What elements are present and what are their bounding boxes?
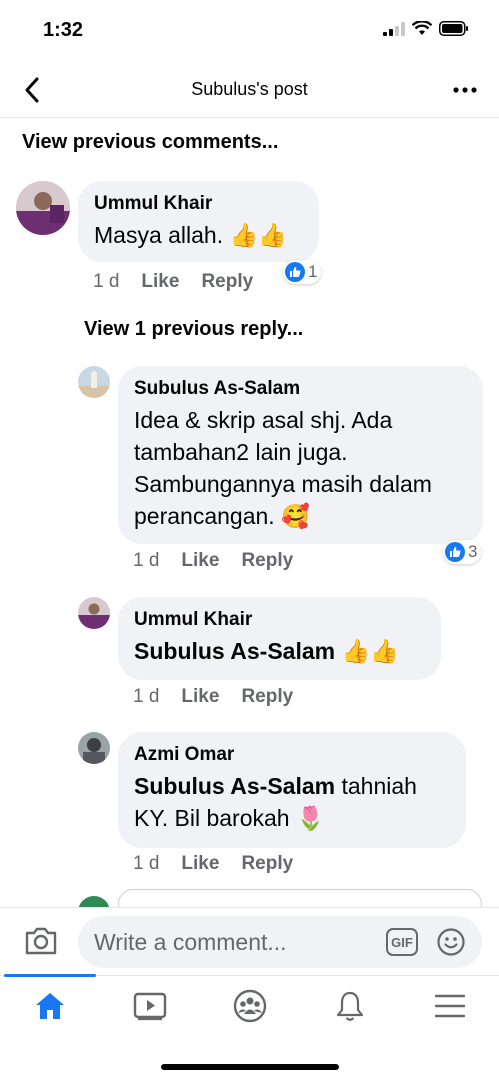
comment-time: 1 d [133, 686, 160, 707]
avatar-image [16, 181, 70, 235]
comment-text-line: perancangan. 🥰 [134, 503, 310, 529]
tab-notifications[interactable] [300, 976, 400, 1036]
battery-icon [439, 21, 468, 36]
comment-text-line: Idea & skrip asal shj. Ada [134, 407, 393, 433]
comment-time: 1 d [133, 550, 160, 571]
active-tab-indicator [4, 974, 96, 977]
page-title: Subulus's post [191, 79, 308, 99]
tab-menu[interactable] [400, 976, 499, 1036]
reply-button[interactable]: Reply [241, 686, 293, 708]
comment-text: Masya allah. 👍👍 [94, 222, 287, 248]
video-icon [133, 992, 167, 1021]
home-indicator [161, 1064, 339, 1070]
reaction-count[interactable]: 1 [283, 260, 322, 284]
status-bar: 1:32 [0, 0, 499, 62]
camera-button[interactable] [24, 926, 58, 961]
comment-text-line: KY. Bil barokah 🌷 [134, 805, 325, 831]
comment-text-line: Sambungannya masih dalam [134, 471, 432, 497]
comment-text: tahniah [335, 773, 417, 799]
reply-button[interactable]: Reply [241, 853, 293, 875]
avatar-image [78, 732, 110, 764]
comment-author[interactable]: Subulus As-Salam [134, 378, 467, 400]
bell-icon [336, 991, 364, 1021]
reply-button[interactable]: Reply [241, 550, 293, 572]
like-reaction-icon [445, 542, 465, 562]
menu-icon [435, 994, 465, 1018]
comment-time: 1 d [133, 853, 160, 874]
comment-composer: Write a comment... GIF [0, 907, 499, 975]
more-options-button[interactable] [449, 74, 481, 106]
reaction-count-text: 3 [468, 542, 478, 561]
reaction-count-text: 1 [308, 262, 318, 281]
reaction-count[interactable]: 3 [443, 540, 482, 564]
reply-button[interactable]: Reply [201, 271, 253, 293]
groups-icon [233, 989, 267, 1023]
comment-author[interactable]: Ummul Khair [134, 609, 425, 631]
status-icons [383, 21, 469, 36]
camera-icon [25, 927, 57, 955]
tab-home[interactable] [0, 974, 100, 1036]
view-previous-comments-link[interactable]: View previous comments... [22, 131, 278, 154]
like-button[interactable]: Like [181, 853, 219, 875]
emoji-button[interactable] [436, 927, 466, 962]
comment-bubble: Ummul Khair Subulus As-Salam 👍👍 [118, 597, 441, 680]
post-header: Subulus's post [0, 62, 499, 118]
avatar-image [78, 597, 110, 629]
status-time: 1:32 [43, 19, 84, 41]
gif-button[interactable]: GIF [386, 928, 418, 956]
avatar[interactable] [78, 366, 110, 398]
signal-icon [383, 21, 405, 36]
comment-input[interactable]: Write a comment... GIF [78, 916, 482, 968]
view-previous-reply-link[interactable]: View 1 previous reply... [84, 318, 303, 341]
more-dots-icon [453, 87, 477, 93]
tab-video[interactable] [100, 976, 200, 1036]
comment-text: 👍👍 [335, 638, 399, 664]
comment-meta: 1 d Like Reply [93, 271, 275, 293]
wifi-icon [412, 21, 432, 35]
comment-author[interactable]: Azmi Omar [134, 744, 450, 766]
avatar[interactable] [78, 732, 110, 764]
mention-link[interactable]: Subulus As-Salam [134, 638, 335, 664]
comment-meta: 1 d Like Reply [133, 550, 315, 572]
avatar-image [78, 366, 110, 398]
mention-link[interactable]: Subulus As-Salam [134, 773, 335, 799]
comment-input-placeholder: Write a comment... [94, 929, 287, 955]
avatar[interactable] [16, 181, 70, 235]
comment-meta: 1 d Like Reply [133, 686, 315, 708]
like-reaction-icon [285, 262, 305, 282]
comment-bubble: Subulus As-Salam Idea & skrip asal shj. … [118, 366, 483, 544]
comment-text-line: tambahan2 lain juga. [134, 439, 348, 465]
comment-meta: 1 d Like Reply [133, 853, 315, 875]
avatar[interactable] [78, 597, 110, 629]
tab-groups[interactable] [200, 976, 300, 1036]
like-button[interactable]: Like [141, 271, 179, 293]
comment-time: 1 d [93, 271, 120, 292]
home-icon [36, 993, 64, 1019]
comment-author[interactable]: Ummul Khair [94, 193, 303, 215]
smiley-icon [437, 928, 465, 956]
comment-bubble: Ummul Khair Masya allah. 👍👍 [78, 181, 319, 262]
like-button[interactable]: Like [181, 550, 219, 572]
like-button[interactable]: Like [181, 686, 219, 708]
comment-bubble: Azmi Omar Subulus As-Salam tahniah KY. B… [118, 732, 466, 848]
